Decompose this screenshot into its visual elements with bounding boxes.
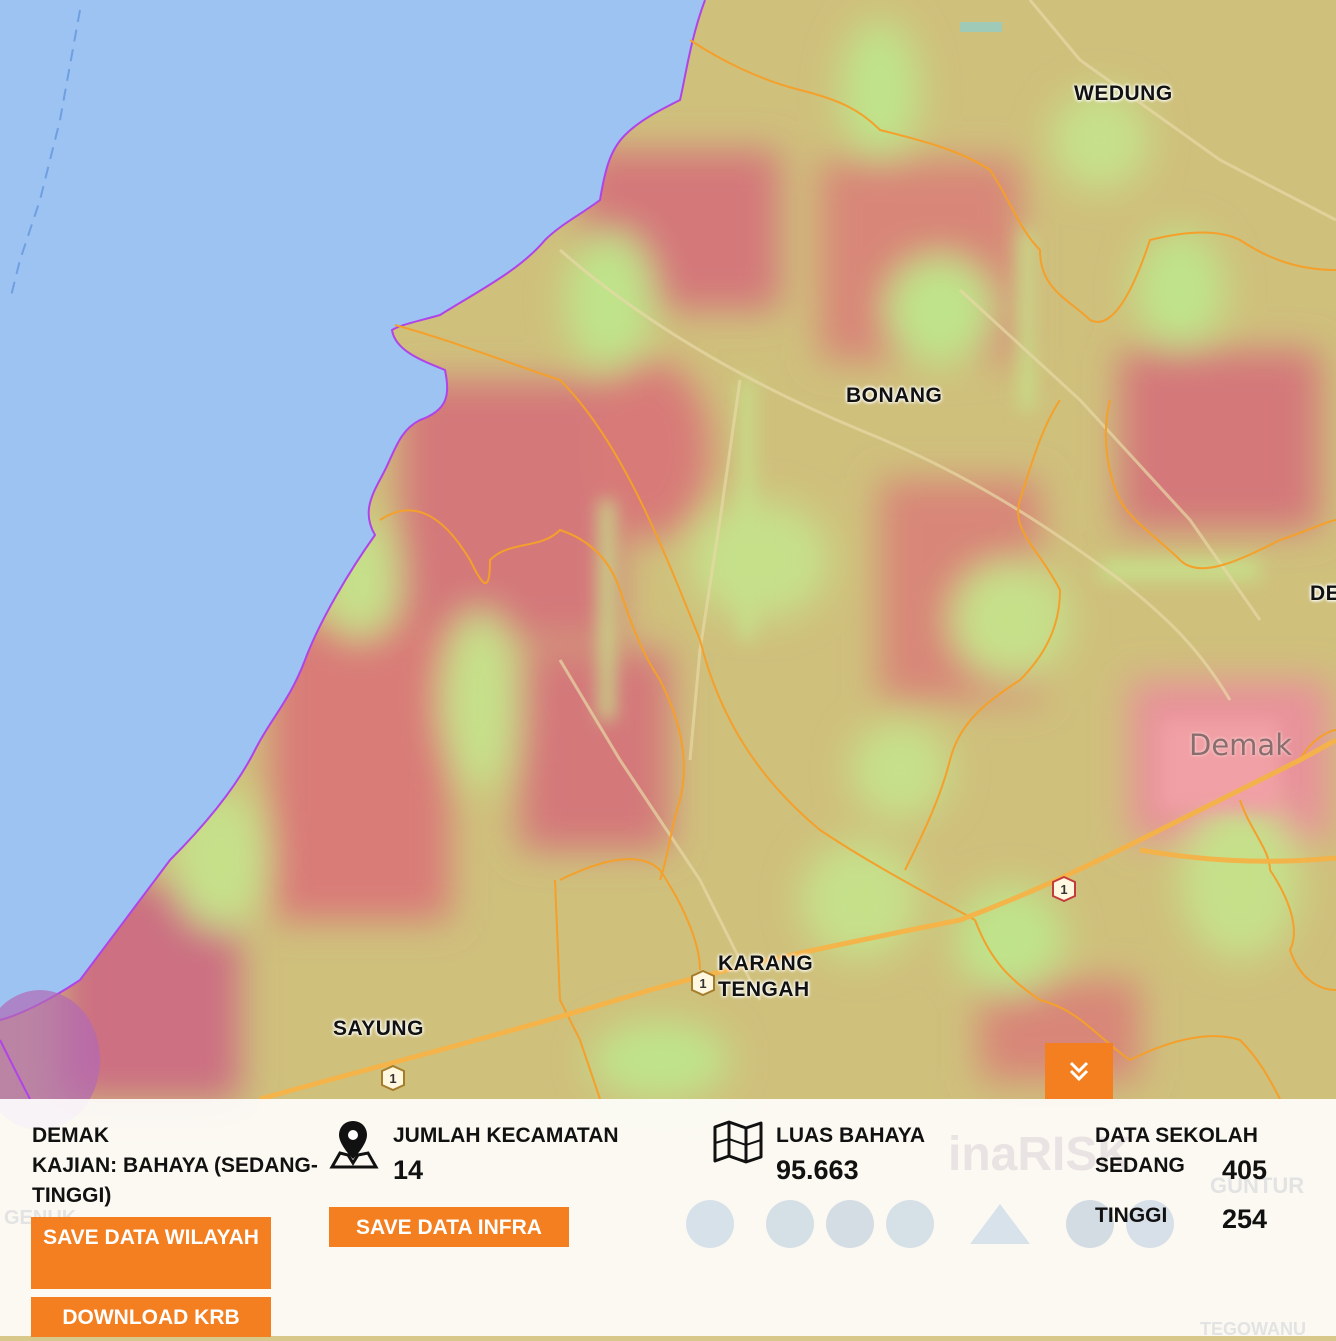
folded-map-icon [713, 1120, 763, 1164]
place-label-dempet: DE [1310, 582, 1336, 605]
road-shield-icon: 1 [1052, 876, 1076, 902]
svg-text:1: 1 [389, 1071, 396, 1086]
place-label-wedung: WEDUNG [1074, 82, 1173, 105]
download-krb-button[interactable]: DOWNLOAD KRB [31, 1297, 271, 1337]
region-name: DEMAK [32, 1124, 109, 1147]
sedang-label: SEDANG [1095, 1154, 1185, 1177]
save-data-infra-button[interactable]: SAVE DATA INFRA [329, 1207, 569, 1247]
place-label-karang-tengah: KARANG TENGAH [718, 952, 814, 1001]
collapse-panel-button[interactable] [1045, 1043, 1113, 1099]
partner-logos [640, 1194, 1280, 1254]
harbor-marker [960, 22, 1002, 32]
city-label-demak: Demak [1189, 728, 1292, 762]
tinggi-label: TINGGI [1095, 1204, 1168, 1227]
place-label-sayung: SAYUNG [333, 1017, 424, 1040]
luas-bahaya-value: 95.663 [776, 1155, 859, 1185]
tinggi-value: 254 [1222, 1204, 1268, 1234]
kajian-label: KAJIAN: BAHAYA (SEDANG-TINGGI) [32, 1154, 318, 1207]
luas-bahaya-label: LUAS BAHAYA [776, 1124, 925, 1147]
sedang-value: 405 [1222, 1155, 1268, 1185]
save-data-wilayah-button[interactable]: SAVE DATA WILAYAH [31, 1217, 271, 1289]
map-label-tegowanu: TEGOWANU [1200, 1319, 1306, 1339]
svg-text:1: 1 [699, 976, 706, 991]
data-sekolah-label: DATA SEKOLAH [1095, 1124, 1258, 1147]
jumlah-kecamatan-value: 14 [393, 1155, 424, 1185]
road-shield-icon: 1 [381, 1065, 405, 1091]
chevron-double-down-icon [1069, 1061, 1089, 1082]
info-panel: inaRISK GUNTUR GENUK TEGOWANU DEMAK KAJI… [0, 1099, 1336, 1339]
map-pin-icon [329, 1121, 379, 1169]
road-shield-icon: 1 [691, 970, 715, 996]
jumlah-kecamatan-label: JUMLAH KECAMATAN [393, 1124, 619, 1147]
svg-text:1: 1 [1060, 882, 1067, 897]
place-label-bonang: BONANG [846, 384, 943, 407]
